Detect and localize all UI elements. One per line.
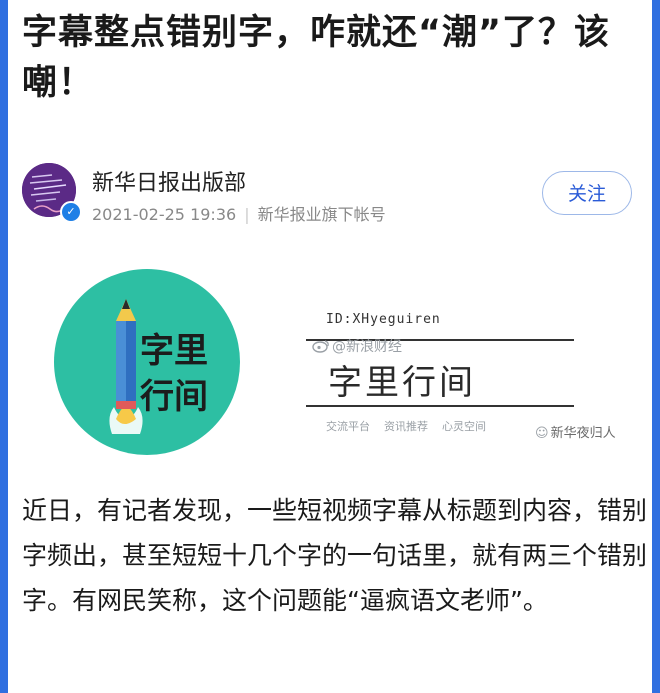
verified-badge-icon: ✓ [60,201,82,223]
banner-title: 字里行间 [328,363,476,403]
wechat-icon: ☺ [535,426,549,441]
meta-divider: | [244,205,250,224]
article-frame: 字幕整点错别字，咋就还“潮”了？该嘲！ ✓ 新华日报出版部 2021-02-25… [8,0,652,693]
tag-item: 交流平台 [326,420,370,433]
image-source: ☺ 新华夜归人 [535,422,616,441]
logo-text-line1: 字里 [140,331,208,371]
article-banner-image: 字里 行间 ID:XHyeguiren @新浪财经 字里行间 交流平台 资讯推荐心… [8,255,652,455]
tag-item: 资讯推荐 [384,420,428,433]
watermark-text: @新浪财经 [332,339,402,355]
source-name: 新华夜归人 [550,426,616,441]
divider-bottom [306,405,574,407]
account-type: 新华报业旗下帐号 [257,205,386,224]
post-meta: 2021-02-25 19:36 | 新华报业旗下帐号 [92,201,386,225]
post-date: 2021-02-25 19:36 [92,205,237,224]
weibo-icon [312,340,329,353]
logo-circle: 字里 行间 [54,269,240,455]
account-id: ID:XHyeguiren [326,312,441,327]
tag-item: 心灵空间 [442,420,486,433]
banner-tags: 交流平台 资讯推荐 心灵空间 [326,418,500,434]
author-name[interactable]: 新华日报出版部 [92,165,246,197]
logo-text-line2: 行间 [140,377,208,417]
author-bar: ✓ 新华日报出版部 2021-02-25 19:36 | 新华报业旗下帐号 关注 [22,155,642,225]
article-title: 字幕整点错别字，咋就还“潮”了？该嘲！ [22,13,611,103]
follow-button[interactable]: 关注 [542,171,632,215]
article-body: 近日，有记者发现，一些短视频字幕从标题到内容，错别字频出，甚至短短十几个字的一句… [22,496,648,615]
